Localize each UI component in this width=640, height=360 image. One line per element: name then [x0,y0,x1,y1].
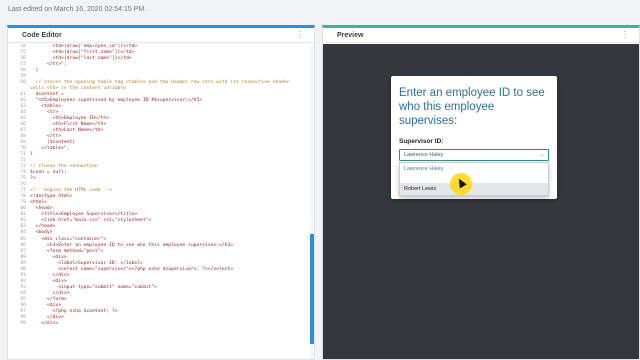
supervisor-dropdown: Lawrence Haley Robert Lewis [399,162,549,196]
dropdown-spacer [400,175,548,183]
code-editor-panel: Code Editor ⋮ 54 <td>{$row["employee_id"… [7,25,315,360]
editor-scrollbar-thumb[interactable] [310,234,314,344]
code-area[interactable]: 54 <td>{$row["employee_id"]}</td> 55 <td>… [8,44,314,359]
preview-title: Preview [337,31,364,39]
preview-header: Preview ⋮ [323,28,639,43]
last-edited-text: Last edited on March 16, 2020 02:54:15 P… [8,6,147,13]
kebab-icon[interactable]: ⋮ [621,31,629,39]
dropdown-option-robert-lewis[interactable]: Robert Lewis [400,183,548,195]
preview-stage: Enter an employee ID to see who this emp… [323,44,639,359]
line-code: ?> [30,176,36,182]
preview-panel: Preview ⋮ Enter an employee ID to see wh… [322,25,640,360]
line-code: </div> [30,320,59,326]
supervisor-select-value: Lawrence Haley [404,152,444,158]
code-line[interactable]: 99 </div> [8,321,314,327]
preview-heading: Enter an employee ID to see who this emp… [399,87,545,127]
preview-card: Enter an employee ID to see who this emp… [391,76,557,199]
line-code: </table>"; [30,146,70,152]
code-editor-title: Code Editor [22,31,62,39]
dropdown-option-lawrence-haley[interactable]: Lawrence Haley [400,163,548,175]
kebab-icon[interactable]: ⋮ [296,31,304,39]
supervisor-select[interactable]: Lawrence Haley ⌄ [399,149,549,161]
line-code: } [30,68,39,74]
code-editor-header: Code Editor ⋮ [8,28,314,43]
chevron-down-icon: ⌄ [539,152,544,158]
supervisor-id-label: Supervisor ID: [399,138,444,145]
line-number: 99 [20,320,26,326]
line-code: } [30,152,33,158]
